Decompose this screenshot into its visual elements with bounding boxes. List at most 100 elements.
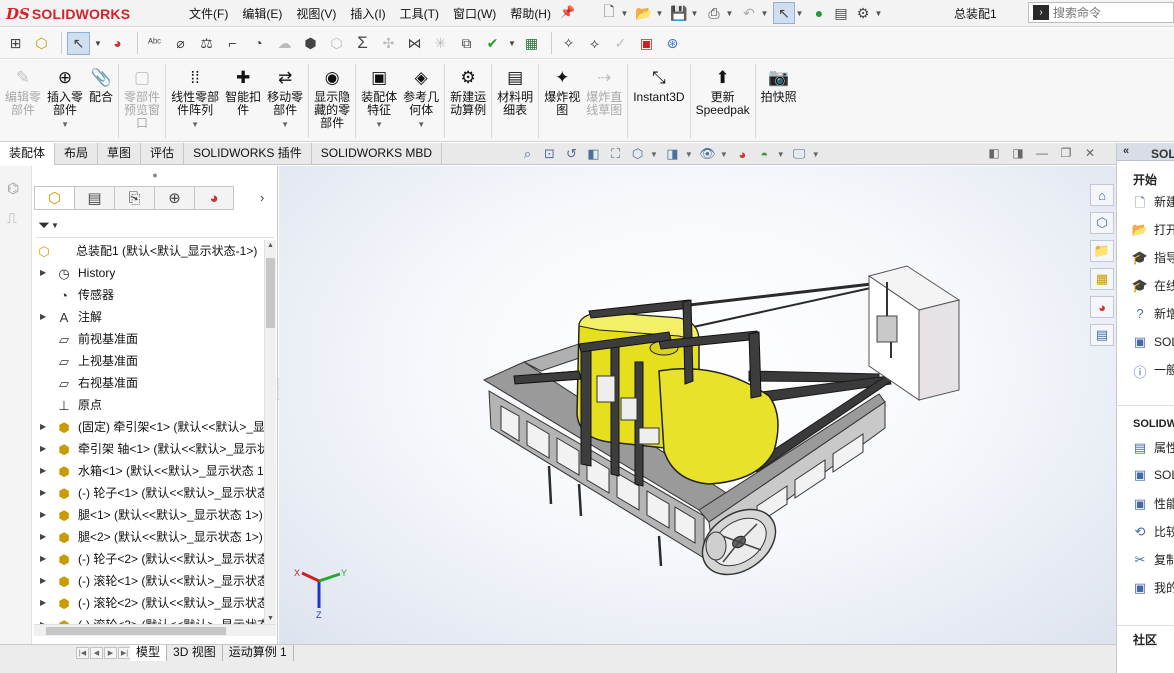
insert-components-button[interactable]: ⊕ 插入零 部件 ▼ — [44, 60, 86, 141]
exploded-view-button[interactable]: ✦ 爆炸视 图 — [541, 60, 583, 141]
hide-show-icon[interactable]: 👁 — [698, 145, 717, 163]
task-pane-link[interactable]: ▣ 性能基准测试 — [1131, 495, 1174, 512]
menu-item[interactable]: 编辑(E) — [235, 5, 289, 22]
display-style-icon[interactable]: ◨ — [663, 145, 682, 163]
task-pane-link[interactable]: ▣ SOLIDWORKS 简介 — [1131, 333, 1174, 350]
disabled-check-icon[interactable]: ✓ — [609, 32, 632, 55]
task-pane-link[interactable]: ? 新增功能 — [1131, 305, 1174, 322]
move-component-button[interactable]: ⇄ 移动零 部件 ▼ — [264, 60, 306, 141]
file-properties-icon[interactable]: ▤ — [830, 2, 852, 24]
panel-grip-icon[interactable]: ● — [32, 166, 278, 184]
tree-node[interactable]: ▱ 右视基准面 — [32, 372, 264, 394]
task-pane-link[interactable]: ⓘ 一般介绍 — [1131, 361, 1174, 380]
expand-arrow-icon[interactable]: ▶ — [40, 438, 46, 460]
task-pane-link[interactable]: 🎓 指导教程 — [1131, 249, 1174, 266]
section-view-icon[interactable]: ◧ — [584, 145, 603, 163]
bill-of-materials-button[interactable]: ▤ 材料明 细表 — [494, 60, 536, 141]
tab-1[interactable]: 布局 — [55, 143, 99, 165]
expand-arrow-icon[interactable]: ▶ — [40, 548, 46, 570]
clearance-icon[interactable]: ⬡ — [325, 32, 348, 55]
new-document-icon[interactable]: 🗋 — [598, 2, 620, 24]
linear-pattern-button[interactable]: ⁞⁞ 线性零部 件阵列 ▼ — [168, 60, 222, 141]
reference-geometry-button[interactable]: ◈ 参考几 何体 ▼ — [400, 60, 442, 141]
global-icon[interactable]: ⊛ — [661, 32, 684, 55]
expand-arrow-icon[interactable]: ▶ — [40, 482, 46, 504]
tree-node[interactable]: ▶ ⬢ 腿<1> (默认<<默认>_显示状态 1>) — [32, 504, 264, 526]
update-speedpak-button[interactable]: ⬆ 更新 Speedpak — [693, 60, 753, 141]
dimxpert-tab-icon[interactable]: ⊕ — [154, 186, 194, 210]
check-icon[interactable]: ◔ — [247, 32, 270, 55]
tile-left-icon[interactable]: ◧ — [982, 146, 1006, 160]
tree-node[interactable]: ▶ ⬢ 腿<2> (默认<<默认>_显示状态 1>) — [32, 526, 264, 548]
tree-node[interactable]: ▶ ◷ History — [32, 262, 264, 284]
display-style-dropdown-icon[interactable]: ▼ — [685, 150, 693, 159]
scroll-down-icon[interactable]: ▼ — [267, 615, 274, 622]
view-settings-icon[interactable]: 🖵 — [790, 145, 809, 163]
task-pane-link[interactable]: 📂 打开文档 — [1131, 221, 1174, 238]
tab-0[interactable]: 装配体 — [0, 143, 56, 165]
tree-node[interactable]: ▱ 前视基准面 — [32, 328, 264, 350]
view-orientation-icon[interactable]: ⬡ — [628, 145, 647, 163]
bottom-tab-2[interactable]: 运动算例 1 — [223, 645, 294, 661]
pdf-icon[interactable]: ▣ — [635, 32, 658, 55]
appearance-icon[interactable]: ◕ — [106, 32, 129, 55]
task-pane-link[interactable]: 🗋 新建文档 — [1131, 193, 1174, 210]
tree-horizontal-scrollbar[interactable] — [34, 624, 276, 636]
menu-item[interactable]: 视图(V) — [289, 5, 343, 22]
assembly-features-button[interactable]: ▣ 装配体 特征 ▼ — [358, 60, 400, 141]
export-excel-icon[interactable]: ▦ — [520, 32, 543, 55]
solidworks-resources-icon[interactable]: ⌂ — [1090, 184, 1114, 206]
filter-dropdown-icon[interactable]: ▼ — [51, 221, 59, 230]
insert-components-dropdown-icon[interactable]: ▼ — [61, 118, 69, 131]
tree-node[interactable]: ▶ A 注解 — [32, 306, 264, 328]
spell-check-icon[interactable]: ᴬᵇᶜ — [143, 32, 166, 55]
sketch-strip-icon[interactable]: ⌬ — [7, 180, 19, 197]
view-palette-icon[interactable]: ▦ — [1090, 268, 1114, 290]
select-dropdown-icon[interactable]: ▼ — [93, 32, 103, 55]
property-manager-tab-icon[interactable]: ▤ — [74, 186, 114, 210]
explode-line-sketch-button[interactable]: ⇢ 爆炸直 线草图 — [583, 60, 625, 141]
bottom-tab-1[interactable]: 3D 视图 — [167, 645, 223, 661]
dynamic-annotation-icon[interactable]: ⛶ — [606, 145, 625, 163]
next-tab-icon[interactable]: ▶ — [104, 647, 117, 659]
task-pane-link[interactable]: ▣ 我的产品 — [1131, 579, 1174, 596]
rebuild-icon[interactable]: ● — [808, 2, 830, 24]
save-icon[interactable]: 💾 — [668, 2, 690, 24]
menu-item[interactable]: 窗口(W) — [446, 5, 503, 22]
search-commands[interactable]: › — [1028, 2, 1174, 23]
print-icon[interactable]: ⎙ — [703, 2, 725, 24]
tree-vertical-scrollbar[interactable]: ▲ ▼ — [264, 240, 276, 624]
view-orientation-dropdown-icon[interactable]: ▼ — [650, 150, 658, 159]
mass-properties-icon[interactable]: ⚖ — [195, 32, 218, 55]
compare-icon[interactable]: ⧉ — [455, 32, 478, 55]
search-input[interactable] — [1053, 5, 1163, 20]
design-library-icon[interactable]: ⬡ — [1090, 212, 1114, 234]
task-pane-link[interactable]: ⟲ 比较我的分数 — [1131, 523, 1174, 540]
solidworks-logo[interactable]: DS SOLIDWORKS — [6, 3, 154, 25]
appearances-icon[interactable]: ◕ — [1090, 296, 1114, 318]
tree-node[interactable]: ▶ ⬢ (-) 滚轮<1> (默认<<默认>_显示状态 1>) — [32, 570, 264, 592]
expand-arrow-icon[interactable]: ▶ — [40, 526, 46, 548]
open-dropdown-icon[interactable]: ▼ — [655, 9, 664, 18]
expand-arrow-icon[interactable]: ▶ — [40, 416, 46, 438]
menu-item[interactable]: 插入(I) — [343, 5, 392, 22]
interference-icon[interactable]: ☁ — [273, 32, 296, 55]
tree-node[interactable]: ▶ ⬢ 水箱<1> (默认<<默认>_显示状态 1>) — [32, 460, 264, 482]
check-dropdown-icon[interactable]: ▼ — [507, 32, 517, 55]
section-strip-icon[interactable]: ⎍ — [7, 210, 17, 227]
view-settings-dropdown-icon[interactable]: ▼ — [812, 150, 820, 159]
task-pane-link[interactable]: ▣ SOLIDWORKS Rx — [1131, 467, 1174, 483]
tree-node[interactable]: ◔ 传感器 — [32, 284, 264, 306]
section-properties-icon[interactable]: ⌐ — [221, 32, 244, 55]
design-checker-icon[interactable]: ✧ — [557, 32, 580, 55]
tree-filter[interactable]: ⏷ ▼ — [36, 214, 274, 238]
check-status-icon[interactable]: ✔ — [481, 32, 504, 55]
tab-4[interactable]: SOLIDWORKS 插件 — [184, 143, 312, 165]
linear-pattern-dropdown-icon[interactable]: ▼ — [191, 118, 199, 131]
scroll-thumb[interactable] — [266, 258, 275, 328]
scene-dropdown-icon[interactable]: ▼ — [777, 150, 785, 159]
thickness-icon[interactable]: ✳ — [429, 32, 452, 55]
filter-icon[interactable]: ⏷ — [38, 217, 50, 234]
instant3d-button[interactable]: ⤡ Instant3D — [630, 60, 687, 141]
show-hidden-button[interactable]: ◉ 显示隐 藏的零 部件 — [311, 60, 353, 141]
